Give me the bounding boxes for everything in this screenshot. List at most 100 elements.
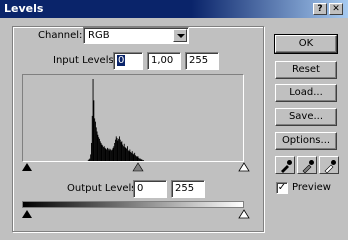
histogram-bar bbox=[105, 148, 107, 161]
histogram-bar bbox=[140, 159, 142, 161]
histogram-bar bbox=[96, 131, 98, 161]
histogram-bar bbox=[90, 154, 92, 161]
ok-button[interactable]: OK bbox=[274, 34, 338, 54]
histogram-bar bbox=[112, 147, 114, 161]
preview-label[interactable]: Preview bbox=[292, 182, 331, 193]
histogram-bar bbox=[111, 150, 112, 161]
histogram-bar bbox=[116, 138, 118, 161]
histogram-bar bbox=[89, 158, 91, 161]
channel-label: Channel: bbox=[38, 30, 83, 41]
histogram-bar bbox=[104, 147, 106, 161]
gray-point-eyedropper-icon bbox=[302, 160, 314, 173]
histogram-bar bbox=[110, 149, 112, 161]
histogram-bar bbox=[108, 150, 110, 161]
input-black-field[interactable]: 0 bbox=[113, 52, 143, 70]
histogram-bar bbox=[137, 156, 139, 161]
histogram-bar bbox=[118, 138, 120, 161]
gray-point-eyedropper-button[interactable] bbox=[297, 156, 317, 174]
input-black-slider-handle[interactable] bbox=[22, 163, 32, 171]
channel-select[interactable]: RGB bbox=[83, 27, 189, 44]
histogram-bar bbox=[100, 142, 102, 161]
help-button[interactable]: ? bbox=[313, 3, 327, 15]
histogram-bar bbox=[128, 151, 130, 161]
histogram-bar bbox=[141, 159, 143, 161]
histogram-bar bbox=[132, 153, 134, 161]
output-white-slider-handle[interactable] bbox=[238, 209, 250, 219]
input-gamma-field[interactable]: 1,00 bbox=[147, 52, 181, 70]
output-black-slider-handle[interactable] bbox=[22, 210, 32, 218]
histogram-bar bbox=[124, 147, 126, 161]
histogram-bar bbox=[123, 143, 125, 161]
histogram-bar bbox=[95, 121, 96, 161]
input-gamma-slider-handle[interactable] bbox=[132, 162, 144, 172]
histogram-bar bbox=[127, 150, 129, 161]
histogram-bar bbox=[103, 146, 105, 161]
histogram-bar bbox=[102, 145, 104, 161]
white-point-eyedropper-button[interactable] bbox=[319, 156, 339, 174]
histogram-plot bbox=[87, 79, 144, 161]
black-point-eyedropper-button[interactable] bbox=[275, 156, 295, 174]
histogram-bar bbox=[117, 140, 119, 161]
histogram-bar bbox=[119, 136, 120, 161]
preview-checkbox[interactable]: ✓ bbox=[276, 182, 288, 194]
histogram-bar bbox=[138, 157, 140, 161]
save-button[interactable]: Save... bbox=[275, 108, 337, 126]
histogram-bar bbox=[98, 137, 100, 161]
histogram-bar bbox=[143, 160, 144, 161]
histogram-bar bbox=[91, 115, 93, 161]
title-bar[interactable] bbox=[0, 0, 348, 18]
histogram-bar bbox=[93, 100, 95, 161]
histogram-bar bbox=[122, 144, 124, 161]
histogram bbox=[22, 74, 244, 162]
histogram-bar bbox=[103, 147, 104, 161]
histogram-bar bbox=[139, 158, 141, 161]
histogram-bar bbox=[121, 141, 123, 161]
histogram-bar bbox=[99, 138, 100, 161]
histogram-bar bbox=[99, 141, 101, 161]
histogram-bar bbox=[129, 149, 131, 161]
input-slider[interactable] bbox=[16, 162, 252, 172]
load-button[interactable]: Load... bbox=[275, 84, 337, 102]
output-slider[interactable] bbox=[16, 209, 252, 219]
histogram-bar bbox=[130, 151, 132, 161]
histogram-bar bbox=[107, 147, 108, 161]
window-title: Levels bbox=[4, 2, 44, 15]
histogram-bar bbox=[131, 152, 132, 161]
histogram-bar bbox=[114, 142, 116, 161]
reset-button[interactable]: Reset bbox=[275, 61, 337, 79]
input-levels-label: Input Levels: bbox=[53, 55, 118, 66]
histogram-bar bbox=[126, 148, 128, 161]
input-white-field[interactable]: 255 bbox=[185, 52, 219, 70]
input-white-slider-handle[interactable] bbox=[238, 162, 250, 172]
histogram-bar bbox=[115, 139, 116, 161]
histogram-bar bbox=[109, 148, 111, 161]
histogram-bar bbox=[106, 149, 108, 161]
histogram-bar bbox=[97, 134, 99, 161]
white-point-eyedropper-icon bbox=[324, 160, 336, 173]
histogram-bar bbox=[142, 160, 144, 161]
histogram-bar bbox=[95, 127, 97, 161]
output-black-field[interactable]: 0 bbox=[133, 180, 167, 198]
histogram-bar bbox=[101, 144, 103, 161]
output-white-field[interactable]: 255 bbox=[171, 180, 205, 198]
channel-value: RGB bbox=[88, 30, 110, 41]
histogram-bar bbox=[133, 154, 135, 161]
histogram-bar bbox=[88, 159, 90, 161]
histogram-bar bbox=[135, 155, 136, 161]
histogram-bar bbox=[134, 152, 136, 161]
histogram-bar bbox=[111, 149, 113, 161]
chevron-down-icon[interactable] bbox=[173, 29, 187, 42]
histogram-bar bbox=[107, 148, 109, 161]
histogram-bar bbox=[123, 146, 124, 161]
histogram-bar bbox=[87, 160, 89, 161]
histogram-bar bbox=[127, 146, 128, 161]
histogram-bar bbox=[92, 79, 94, 161]
close-button[interactable]: ✕ bbox=[329, 3, 343, 15]
histogram-bar bbox=[113, 146, 115, 161]
black-point-eyedropper-icon bbox=[281, 160, 292, 173]
input-black-value: 0 bbox=[117, 55, 126, 66]
histogram-bar bbox=[139, 158, 140, 161]
options-button[interactable]: Options... bbox=[275, 132, 337, 150]
histogram-bar bbox=[119, 139, 121, 161]
histogram-bar bbox=[125, 147, 127, 161]
